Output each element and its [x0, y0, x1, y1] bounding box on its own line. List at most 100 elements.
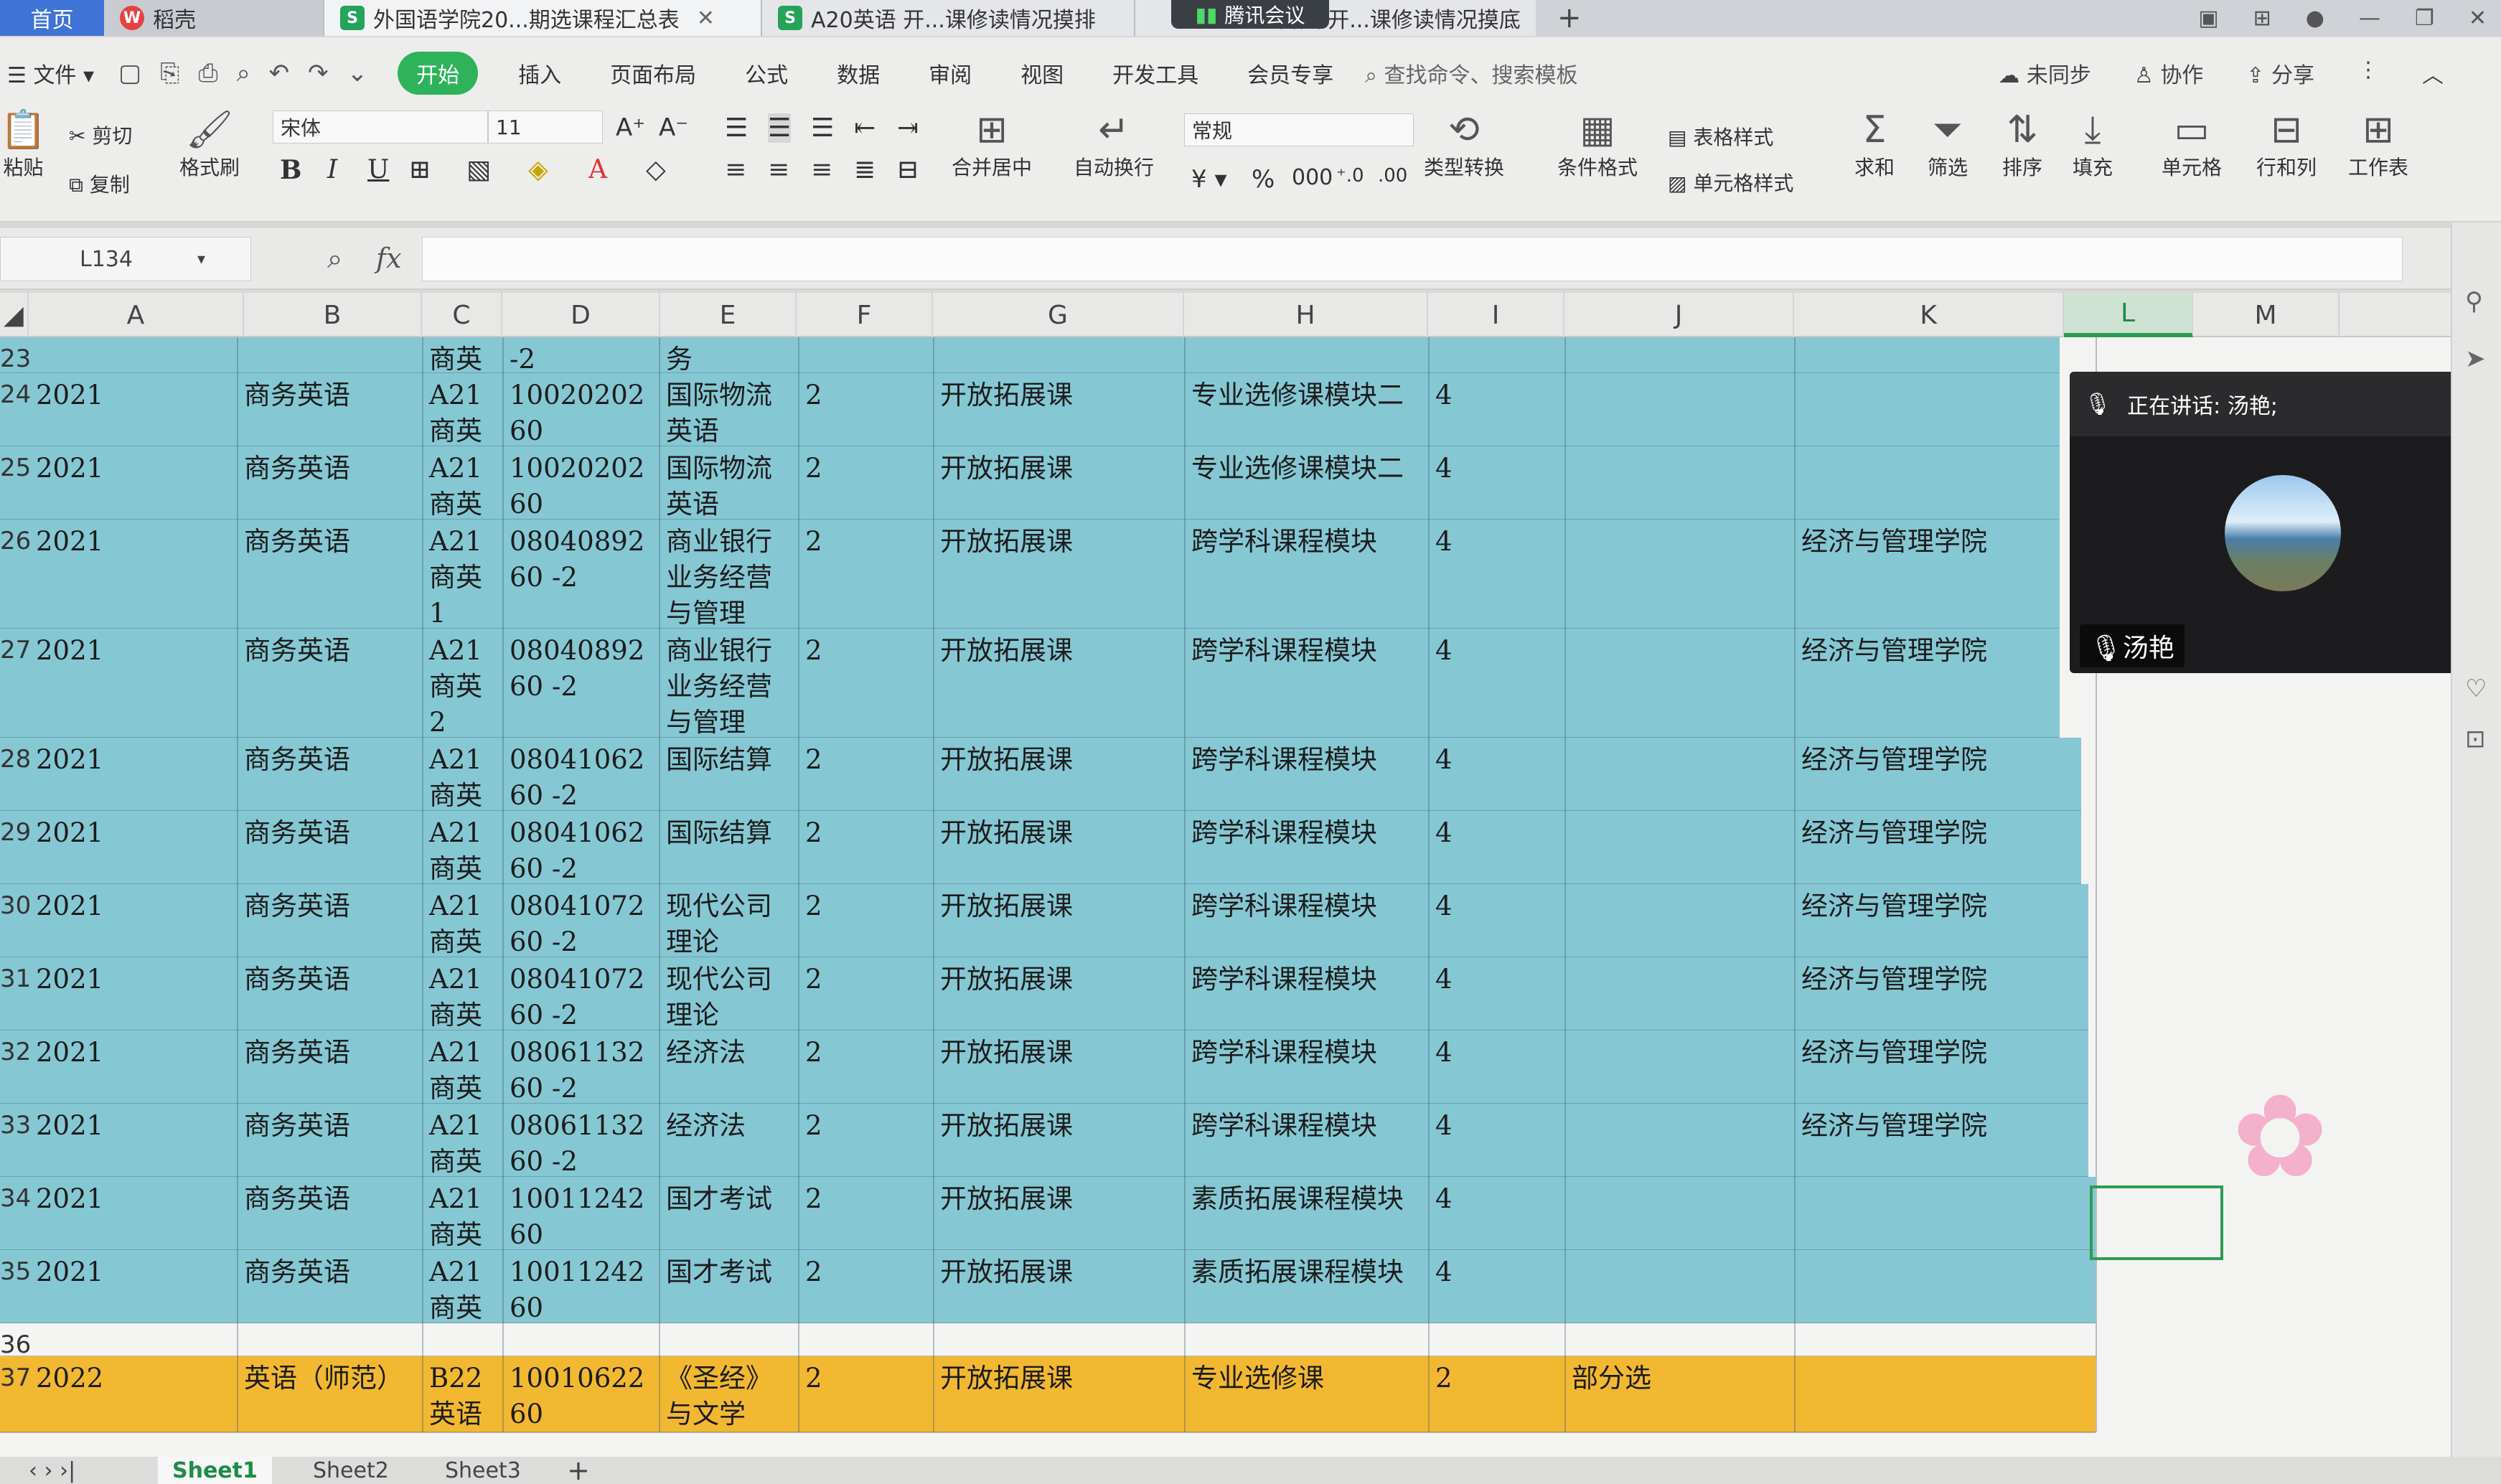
row-number[interactable]: 28 — [0, 745, 31, 774]
row-number[interactable]: 29 — [0, 818, 31, 847]
table-cell[interactable]: 1002020260 — [502, 373, 659, 446]
table-cell[interactable]: 2021 — [29, 629, 237, 738]
table-cell[interactable]: 4 — [1428, 446, 1564, 520]
active-cell-selection[interactable] — [2090, 1185, 2223, 1260]
table-cell[interactable]: 4 — [1428, 373, 1564, 446]
wrap-text-button[interactable]: ↵ 自动换行 — [1074, 108, 1154, 181]
table-cell[interactable]: 2 — [798, 884, 933, 957]
align-right-icon[interactable]: ≡ — [811, 155, 832, 184]
row-number[interactable]: 33 — [0, 1111, 31, 1140]
table-cell[interactable] — [1564, 884, 1794, 957]
table-cell[interactable]: B22 英语1 — [422, 1356, 502, 1432]
type-convert-button[interactable]: ⟲ 类型转换 — [1424, 108, 1504, 181]
table-cell[interactable]: 2 — [798, 957, 933, 1030]
table-cell[interactable]: 2 — [798, 446, 933, 520]
chevron-down-icon[interactable]: ⌄ — [347, 59, 368, 88]
table-cell[interactable] — [798, 1323, 933, 1356]
table-cell[interactable]: 部分选 — [1564, 1356, 1794, 1432]
table-cell[interactable]: 0804107260 -2 — [502, 884, 659, 957]
row-number[interactable]: 23 — [0, 344, 31, 373]
tab-home[interactable]: 首页 — [0, 0, 104, 36]
table-cell[interactable]: 开放拓展课 — [933, 520, 1184, 629]
table-cell[interactable]: 2 — [798, 373, 933, 446]
font-name-select[interactable]: 宋体 — [273, 111, 488, 144]
table-cell[interactable]: 2021 — [29, 1104, 237, 1177]
more-icon[interactable]: ⋮ — [2357, 57, 2379, 89]
table-cell[interactable] — [1564, 1177, 1794, 1250]
distribute-icon[interactable]: ⊟ — [897, 155, 919, 184]
table-cell[interactable]: 4 — [1428, 1177, 1564, 1250]
table-style-button[interactable]: ▤ 表格样式 — [1668, 122, 1773, 151]
export-icon[interactable]: ⎘ — [160, 59, 179, 88]
table-cell[interactable]: 2 — [798, 1356, 933, 1432]
table-cell[interactable]: 《圣经》与文学 — [659, 1356, 798, 1432]
table-cell[interactable]: 经济与管理学院 — [1794, 629, 2060, 738]
table-cell[interactable] — [502, 1323, 659, 1356]
tab-page-layout[interactable]: 页面布局 — [586, 57, 721, 89]
table-cell[interactable]: 跨学科课程模块 — [1184, 629, 1428, 738]
font-shrink-icon[interactable]: A⁻ — [659, 113, 688, 142]
sheet-tab-2[interactable]: Sheet2 — [299, 1457, 403, 1484]
number-format-select[interactable]: 常规 — [1184, 113, 1414, 146]
table-cell[interactable]: 4 — [1428, 1030, 1564, 1104]
tab-doc-english[interactable]: S A20英语 开...课修读情况摸排 — [761, 0, 1134, 36]
table-cell[interactable]: 2022 — [29, 1356, 237, 1432]
column-header-a[interactable]: A — [29, 293, 244, 337]
table-cell[interactable]: 1001062260 — [502, 1356, 659, 1432]
column-header-b[interactable]: B — [244, 293, 422, 337]
indent-decrease-icon[interactable]: ⇤ — [854, 113, 876, 143]
table-cell[interactable]: 2 — [798, 1177, 933, 1250]
table-cell[interactable] — [1794, 337, 2060, 373]
table-cell[interactable]: 4 — [1428, 884, 1564, 957]
table-cell[interactable] — [1428, 1323, 1564, 1356]
column-header-m[interactable]: M — [2193, 293, 2340, 337]
row-number[interactable]: 32 — [0, 1038, 31, 1066]
font-size-select[interactable]: 11 — [488, 111, 603, 144]
tab-member[interactable]: 会员专享 — [1223, 57, 1358, 89]
table-cell[interactable]: 经济与管理学院 — [1794, 738, 2081, 811]
book-icon[interactable]: ⊡ — [2465, 725, 2486, 753]
table-cell[interactable] — [1794, 1356, 2096, 1432]
close-icon[interactable]: ✕ — [697, 6, 715, 31]
tab-data[interactable]: 数据 — [812, 57, 904, 89]
row-number[interactable]: 25 — [0, 454, 31, 482]
table-cell[interactable] — [1564, 446, 1794, 520]
table-cell[interactable]: 国才考试 — [659, 1250, 798, 1323]
table-cell[interactable] — [1564, 629, 1794, 738]
redo-icon[interactable]: ↷ — [308, 59, 329, 88]
table-cell[interactable]: 经济与管理学院 — [1794, 1104, 2088, 1177]
table-cell[interactable]: 国际物流英语 — [659, 373, 798, 446]
sort-button[interactable]: ⇅ 排序 — [2002, 108, 2042, 181]
table-cell[interactable]: 跨学科课程模块 — [1184, 520, 1428, 629]
tab-formula[interactable]: 公式 — [721, 57, 812, 89]
table-cell[interactable]: 0804089260 -2 — [502, 629, 659, 738]
table-cell[interactable]: 2021 — [29, 1177, 237, 1250]
row-col-button[interactable]: ⊟ 行和列 — [2256, 108, 2317, 181]
table-cell[interactable]: 跨学科课程模块 — [1184, 957, 1428, 1030]
new-tab-icon[interactable]: + — [1557, 0, 1582, 36]
zoom-icon[interactable]: ⌕ — [327, 243, 342, 275]
table-cell[interactable]: A21 商英2 — [422, 1250, 502, 1323]
table-cell[interactable]: 2 — [798, 811, 933, 884]
table-cell[interactable]: 商务英语 — [237, 1030, 422, 1104]
table-cell[interactable]: A21 商英2 — [422, 1104, 502, 1177]
formula-input[interactable] — [422, 237, 2403, 281]
table-cell[interactable]: A21 商英2 — [422, 629, 502, 738]
table-cell[interactable]: A21 商英2 — [422, 957, 502, 1030]
table-cell[interactable]: 开放拓展课 — [933, 1177, 1184, 1250]
clear-format-icon[interactable]: ◇ — [646, 155, 666, 184]
currency-icon[interactable]: ¥ ▾ — [1191, 165, 1227, 194]
column-header-k[interactable]: K — [1794, 293, 2064, 337]
table-cell[interactable]: 商务英语 — [237, 629, 422, 738]
table-cell[interactable]: A21 商英2 — [422, 446, 502, 520]
table-cell[interactable] — [1794, 446, 2060, 520]
table-cell[interactable]: 专业选修课 — [1184, 1356, 1428, 1432]
tab-start[interactable]: 开始 — [398, 52, 479, 95]
table-cell[interactable]: 商务英语 — [237, 373, 422, 446]
table-cell[interactable] — [1564, 1323, 1794, 1356]
table-cell[interactable]: A21 商英1 — [422, 884, 502, 957]
table-cell[interactable]: 国才考试 — [659, 1177, 798, 1250]
table-cell[interactable]: 4 — [1428, 738, 1564, 811]
table-cell[interactable]: 2 — [798, 1250, 933, 1323]
heart-icon[interactable]: ♡ — [2465, 675, 2487, 703]
